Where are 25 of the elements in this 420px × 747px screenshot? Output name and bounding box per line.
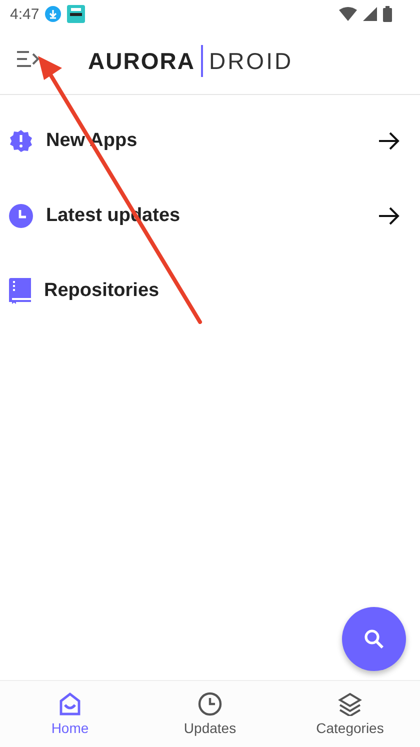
download-icon [45,6,62,22]
clock-icon [198,692,222,716]
book-icon [9,278,31,304]
nav-tab[interactable]: Updates [140,681,280,747]
wifi-icon [339,7,357,21]
logo-text: DROID [208,48,294,74]
logo-divider [200,45,203,77]
arrow-right-icon [378,206,400,224]
battery-icon [383,6,392,22]
menu-item[interactable]: Repositories [0,253,420,328]
clock-icon [9,204,33,228]
menu-item-label: Repositories [44,280,160,302]
alert-badge-icon [9,128,33,152]
search-button[interactable] [342,607,406,671]
home-icon [58,692,82,716]
signal-icon [363,7,377,21]
arrow-right-icon [378,132,400,150]
menu-icon [16,49,42,69]
logo-text: AURORA [88,48,195,74]
app-notification-icon [67,5,86,23]
nav-tab[interactable]: Categories [280,681,420,747]
search-icon [362,627,386,651]
status-time: 4:47 [10,6,40,22]
layers-icon [338,692,362,716]
nav-tab[interactable]: Home [0,681,140,747]
